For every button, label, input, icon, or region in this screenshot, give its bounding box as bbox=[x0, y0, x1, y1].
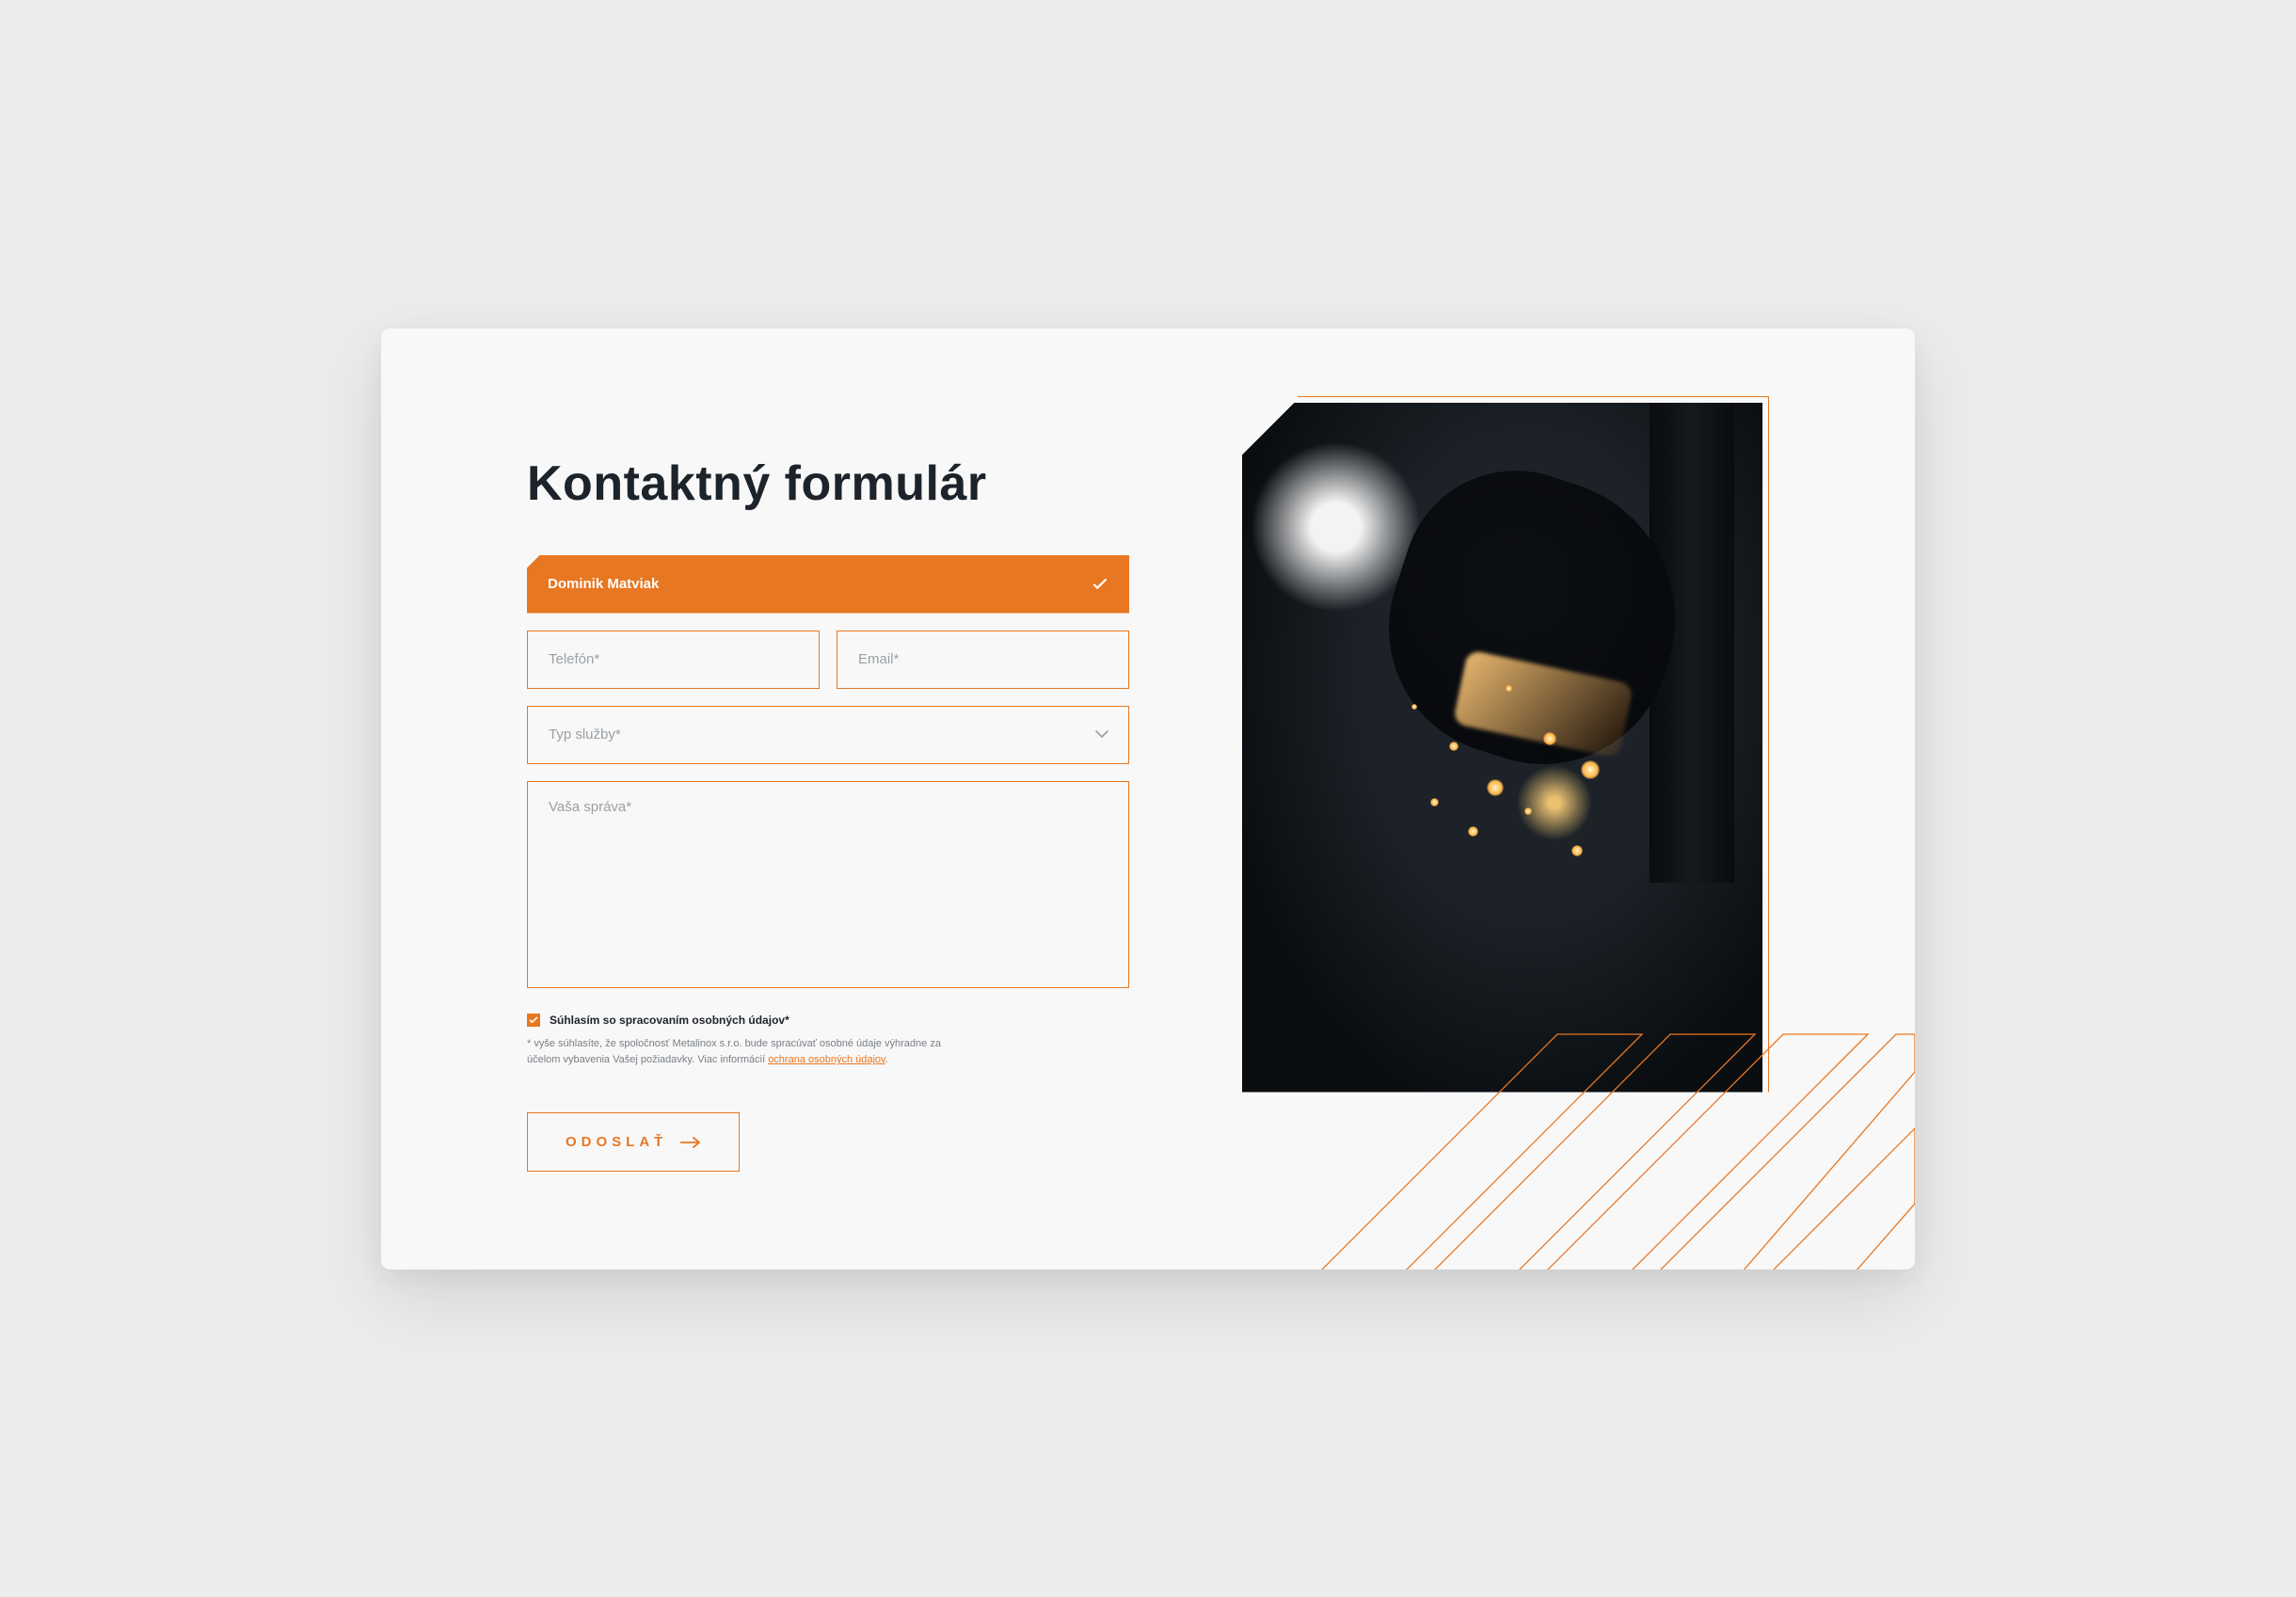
name-field-filled[interactable]: Dominik Matviak bbox=[527, 555, 1129, 614]
contact-form-card: Kontaktný formulár Dominik Matviak Typ s… bbox=[381, 328, 1915, 1270]
name-value: Dominik Matviak bbox=[548, 576, 659, 592]
check-icon bbox=[1092, 576, 1108, 593]
chevron-down-icon bbox=[1095, 727, 1108, 743]
fineprint: * vyše súhlasíte, že spoločnosť Metalino… bbox=[527, 1036, 960, 1069]
page-title: Kontaktný formulár bbox=[527, 455, 1129, 512]
consent-checkbox[interactable] bbox=[527, 1014, 540, 1027]
service-placeholder: Typ služby* bbox=[549, 727, 621, 743]
form-column: Kontaktný formulár Dominik Matviak Typ s… bbox=[527, 455, 1129, 1172]
service-select[interactable]: Typ služby* bbox=[527, 706, 1129, 764]
submit-label: ODOSLAŤ bbox=[566, 1134, 667, 1150]
email-field[interactable] bbox=[837, 631, 1129, 689]
arrow-right-icon bbox=[680, 1136, 701, 1147]
consent-label: Súhlasím so spracovaním osobných údajov* bbox=[550, 1014, 789, 1027]
phone-field[interactable] bbox=[527, 631, 820, 689]
hero-image-frame bbox=[1242, 396, 1769, 1093]
hero-image-welder bbox=[1242, 403, 1762, 1093]
consent-row: Súhlasím so spracovaním osobných údajov* bbox=[527, 1014, 1129, 1027]
privacy-link[interactable]: ochrana osobných údajov bbox=[768, 1054, 885, 1065]
message-textarea[interactable] bbox=[527, 781, 1129, 988]
submit-button[interactable]: ODOSLAŤ bbox=[527, 1112, 740, 1172]
